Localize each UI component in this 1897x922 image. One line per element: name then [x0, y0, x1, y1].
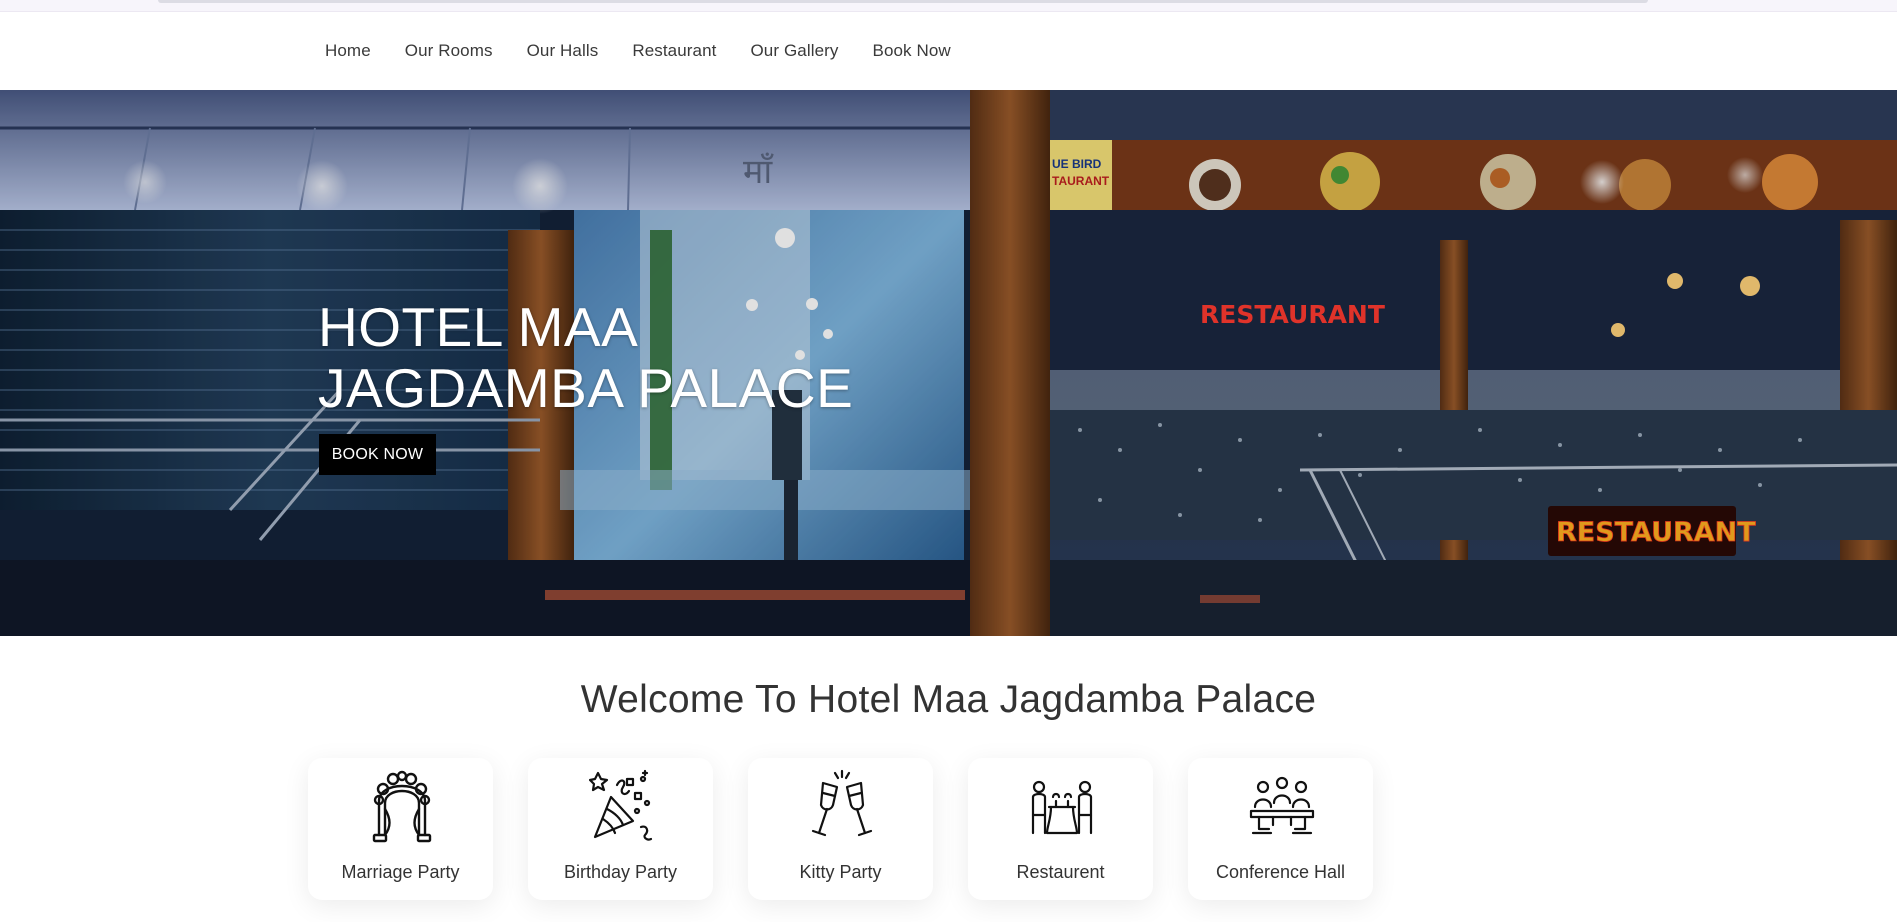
party-popper-icon — [589, 769, 653, 841]
main-nav: Home Our Rooms Our Halls Restaurant Our … — [325, 12, 951, 90]
navbar: Home Our Rooms Our Halls Restaurant Our … — [0, 12, 1897, 90]
nav-our-gallery[interactable]: Our Gallery — [750, 41, 838, 61]
nav-home[interactable]: Home — [325, 41, 371, 61]
hero-banner: UE BIRD TAURANT RESTAURANT RESTAURANT मा… — [0, 90, 1897, 636]
service-label: Birthday Party — [563, 862, 678, 882]
service-label: Marriage Party — [341, 862, 460, 882]
service-card-marriage-party[interactable]: Marriage Party — [308, 758, 493, 900]
service-card-restaurent[interactable]: Restaurent — [968, 758, 1153, 900]
champagne-glasses-icon — [811, 769, 873, 837]
nav-book-now[interactable]: Book Now — [873, 41, 951, 61]
nav-our-halls[interactable]: Our Halls — [527, 41, 599, 61]
dining-table-icon — [1031, 780, 1093, 835]
service-card-kitty-party[interactable]: Kitty Party — [748, 758, 933, 900]
service-card-birthday-party[interactable]: Birthday Party — [528, 758, 713, 900]
hero-title-line-1: HOTEL MAA — [318, 296, 639, 358]
welcome-heading: Welcome To Hotel Maa Jagdamba Palace — [580, 678, 1317, 721]
service-card-conference-hall[interactable]: Conference Hall — [1188, 758, 1373, 900]
horizontal-scrollbar[interactable] — [158, 0, 1648, 3]
wedding-arch-icon — [372, 770, 432, 843]
nav-restaurant[interactable]: Restaurant — [632, 41, 716, 61]
hero-title-line-2: JAGDAMBA PALACE — [318, 357, 854, 419]
service-label: Restaurent — [1016, 862, 1105, 882]
service-label: Kitty Party — [799, 862, 882, 882]
nav-our-rooms[interactable]: Our Rooms — [405, 41, 493, 61]
meeting-table-icon — [1249, 776, 1315, 835]
book-now-button[interactable]: BOOK NOW — [319, 434, 436, 475]
services-list: Marriage Party Birthday Party Kitty Part… — [308, 758, 1373, 900]
hero-title: HOTEL MAA JAGDAMBA PALACE — [318, 297, 853, 419]
hero-background-photo: UE BIRD TAURANT RESTAURANT RESTAURANT मा… — [0, 90, 1897, 636]
service-label: Conference Hall — [1215, 862, 1346, 882]
browser-top-strip — [0, 0, 1897, 12]
